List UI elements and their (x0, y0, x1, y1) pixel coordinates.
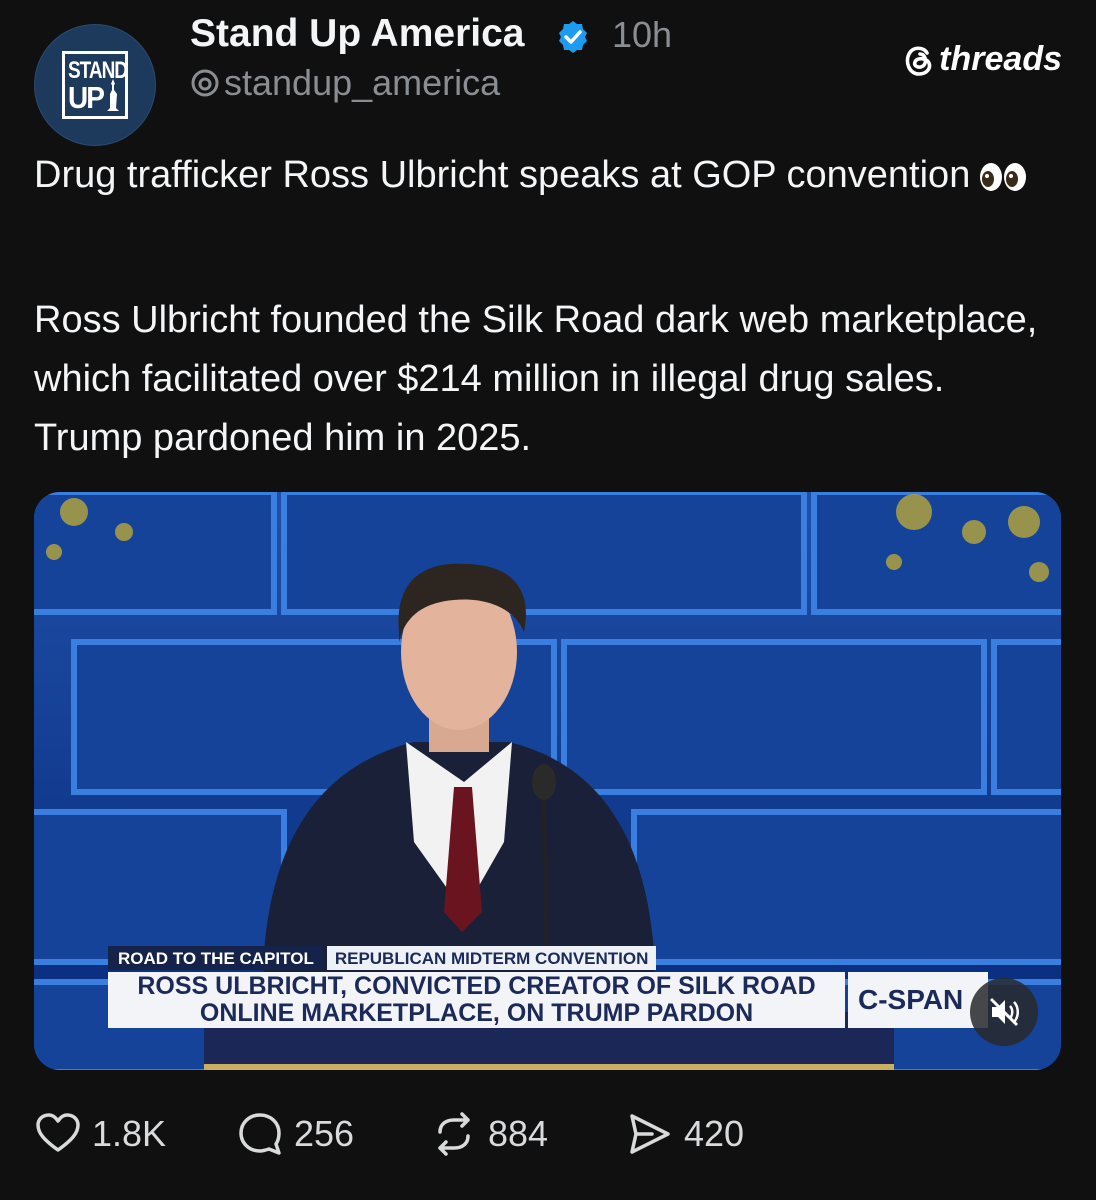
chyron-top: ROAD TO THE CAPITOL REPUBLICAN MIDTERM C… (108, 946, 657, 970)
post-text-1: Drug trafficker Ross Ulbricht speaks at … (34, 154, 971, 196)
network-logo: C-SPAN (848, 972, 988, 1028)
send-icon (630, 1114, 670, 1154)
comment-icon (239, 1113, 281, 1155)
chyron-line-1: ROSS ULBRICHT, CONVICTED CREATOR OF SILK… (137, 972, 816, 1000)
chyron-line-2: ONLINE MARKETPLACE, ON TRUMP PARDON (199, 999, 754, 1027)
handle-text: standup_america (224, 62, 501, 103)
threads-at-icon (191, 69, 219, 97)
chyron-headline: ROSS ULBRICHT, CONVICTED CREATOR OF SILK… (108, 972, 845, 1028)
threads-icon (905, 45, 932, 76)
avatar[interactable]: STAND UP (34, 24, 156, 146)
threads-wordmark: threads (939, 40, 1062, 78)
mute-button[interactable] (970, 978, 1038, 1046)
heart-icon (36, 1113, 80, 1152)
like-button[interactable]: 1.8K (34, 1110, 166, 1158)
post-time: 10h (612, 14, 673, 55)
share-button[interactable]: 420 (626, 1110, 744, 1158)
post-paragraph-2: Ross Ulbricht founded the Silk Road dark… (34, 299, 1038, 459)
share-count: 420 (684, 1113, 745, 1154)
chyron-tag: ROAD TO THE CAPITOL (108, 946, 323, 970)
chyron-event: REPUBLICAN MIDTERM CONVENTION (326, 946, 657, 970)
threads-logo: threads (903, 40, 1062, 79)
statue-icon (107, 79, 119, 111)
repost-button[interactable]: 884 (430, 1110, 548, 1158)
stand-up-america-logo: STAND UP (62, 51, 128, 119)
reply-button[interactable]: 256 (236, 1110, 354, 1158)
avatar-line2: UP (68, 79, 105, 114)
like-count: 1.8K (92, 1113, 167, 1154)
repost-icon (438, 1112, 470, 1156)
verified-badge-icon (559, 21, 587, 53)
speaker-muted-icon (989, 997, 1019, 1027)
eyes-emoji-icon (980, 162, 1027, 191)
post-paragraph-1: Drug trafficker Ross Ulbricht speaks at … (34, 146, 1044, 205)
reply-count: 256 (294, 1113, 355, 1154)
repost-count: 884 (488, 1113, 549, 1154)
username[interactable]: Stand Up America (190, 12, 524, 56)
user-handle[interactable]: standup_america (190, 62, 500, 104)
